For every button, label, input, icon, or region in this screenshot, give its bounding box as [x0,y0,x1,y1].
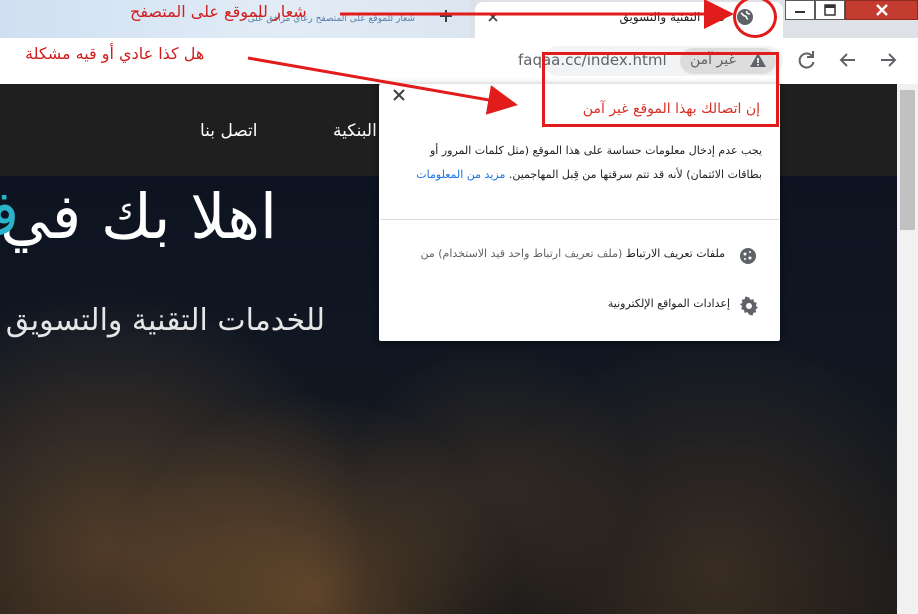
close-icon [393,89,405,101]
cookies-label: ملفات تعريف الارتباط [625,247,725,260]
cookie-icon [738,246,758,266]
site-settings-label: إعدادات المواقع الإلكترونية [607,297,730,310]
arrow-left-icon [839,53,855,67]
tab-close-button[interactable] [484,8,502,26]
tab-title: فعاء التقنية والتسويق [619,10,725,24]
window-close-button[interactable] [845,0,918,20]
close-icon [875,4,888,16]
popup-description: يجب عدم إدخال معلومات حساسة على هذا المو… [394,139,762,187]
learn-more-link[interactable]: مزيد من المعلومات [416,168,505,181]
annotation-highlight-box [542,52,779,127]
nav-link-banking[interactable]: البنكية [333,121,377,141]
annotation-question: هل كذا عادي أو قيه مشكلة [25,44,205,63]
hero-subtitle: للخدمات التقنية والتسويق ال [0,303,325,338]
forward-button[interactable] [876,48,900,72]
minimize-button[interactable] [785,0,815,20]
nav-link-contact[interactable]: اتصل بنا [200,121,258,141]
minimize-icon [795,11,805,13]
plus-icon [440,10,452,22]
hero-title-accent: ف [0,176,20,266]
window-controls [785,0,918,20]
reload-button[interactable] [795,48,819,72]
maximize-icon [824,4,836,16]
new-tab-button[interactable] [432,4,460,28]
cookies-text: ملفات تعريف الارتباط (ملف تعريف ارتباط و… [395,247,725,260]
annotation-logo-note: شعار للموقع على المتصفح [130,2,307,21]
close-icon [488,12,498,22]
popup-close-button[interactable] [390,86,408,104]
gear-icon [739,296,759,316]
reload-icon [798,51,815,69]
maximize-button[interactable] [815,0,845,20]
scrollbar-thumb[interactable] [900,90,915,230]
cookies-count: (ملف تعريف ارتباط واحد قيد الاستخدام) من [420,247,623,260]
arrow-right-icon [881,53,897,67]
popup-divider [380,219,779,220]
hero-title: اهلا بك في [0,180,278,253]
back-button[interactable] [836,48,860,72]
